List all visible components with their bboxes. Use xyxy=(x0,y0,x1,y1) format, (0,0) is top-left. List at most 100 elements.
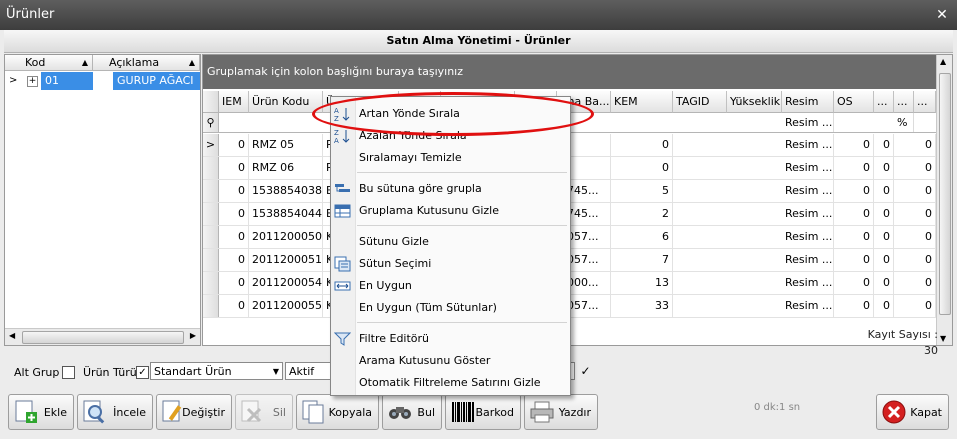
urun-turu-value: Standart Ürün xyxy=(154,365,232,378)
cell-col15: 0 xyxy=(914,203,936,225)
menu-item-label: Gruplama Kutusunu Gizle xyxy=(359,204,499,217)
grid-header-urun-kodu[interactable]: Ürün Kodu xyxy=(249,91,323,113)
grid-header-tagid[interactable]: TAGID xyxy=(673,91,727,113)
expand-icon[interactable]: + xyxy=(27,76,38,87)
group-panel[interactable]: Gruplamak için kolon başlığını buraya ta… xyxy=(203,55,936,89)
sort-ascending-icon: AZ xyxy=(334,107,350,122)
menu-item-sort-descending[interactable]: ZA Azalan Yönde Sırala xyxy=(331,125,570,147)
menu-item-hide-column[interactable]: Sütunu Gizle xyxy=(331,231,570,253)
cell-resim[interactable]: Resim ... xyxy=(782,134,834,156)
chevron-down-icon: ▼ xyxy=(272,367,279,376)
grid-header-iem[interactable]: IEM xyxy=(219,91,249,113)
cell-os: 0 xyxy=(834,226,874,248)
menu-item-sort-ascending[interactable]: AZ Artan Yönde Sırala xyxy=(331,103,570,125)
cell-resim[interactable]: Resim ... xyxy=(782,249,834,271)
cell-resim[interactable]: Resim ... xyxy=(782,272,834,294)
scroll-left-icon[interactable]: ◀ xyxy=(9,331,15,340)
urun-turu-checkbox[interactable]: ✓ xyxy=(136,366,149,379)
alt-grup-checkbox[interactable] xyxy=(62,366,75,379)
row-indicator xyxy=(203,180,219,202)
scroll-right-icon[interactable]: ▶ xyxy=(190,331,196,340)
cell-col13: 0 xyxy=(874,226,894,248)
degistir-button[interactable]: Değiştir xyxy=(156,394,232,430)
cell-iem: 0 xyxy=(219,180,249,202)
ekle-button[interactable]: Ekle xyxy=(8,394,74,430)
cell-iem: 0 xyxy=(219,249,249,271)
cell-col15: 0 xyxy=(914,134,936,156)
menu-item-filter-editor[interactable]: Filtre Editörü xyxy=(331,328,570,350)
grid-header-os[interactable]: OS xyxy=(834,91,874,113)
cell-kem: 13 xyxy=(611,272,673,294)
menu-item-best-fit[interactable]: En Uygun xyxy=(331,275,570,297)
magnifier-icon xyxy=(83,400,105,424)
sil-button[interactable]: Sil xyxy=(235,394,293,430)
grid-header-col13[interactable]: ... xyxy=(874,91,894,113)
menu-item-label: Artan Yönde Sırala xyxy=(359,107,460,120)
column-context-menu: AZ Artan Yönde Sırala ZA Azalan Yönde Sı… xyxy=(330,96,571,396)
printer-icon xyxy=(530,401,554,423)
tree-row[interactable]: > + 01 GURUP AĞACI xyxy=(5,72,200,90)
cell-iem: 0 xyxy=(219,157,249,179)
menu-item-label: Sütunu Gizle xyxy=(359,235,429,248)
cell-urun-kodu: 1538854038 xyxy=(249,180,323,202)
tree-header-kod[interactable]: Kod ▲ xyxy=(5,55,93,71)
grid-vertical-scrollbar[interactable]: ▲ ▼ xyxy=(936,55,952,345)
menu-item-best-fit-all[interactable]: En Uygun (Tüm Sütunlar) xyxy=(331,297,570,319)
bul-button[interactable]: Bul xyxy=(382,394,442,430)
menu-item-clear-sort[interactable]: Sıralamayı Temizle xyxy=(331,147,570,169)
urun-turu-select[interactable]: Standart Ürün ▼ xyxy=(150,362,283,380)
barkod-button[interactable]: Barkod xyxy=(445,394,521,430)
menu-item-group-by-column[interactable]: Bu sütuna göre grupla xyxy=(331,178,570,200)
tree-header-aciklama[interactable]: Açıklama ▲ xyxy=(93,55,200,71)
close-icon[interactable]: ✕ xyxy=(935,8,949,22)
grid-header-resim[interactable]: Resim xyxy=(782,91,834,113)
cell-urun-kodu: 1538854044 xyxy=(249,203,323,225)
yazdir-button[interactable]: Yazdır xyxy=(524,394,598,430)
cell-resim[interactable]: Resim ... xyxy=(782,226,834,248)
cell-kem: 33 xyxy=(611,295,673,317)
ekle-label: Ekle xyxy=(43,406,67,419)
binoculars-icon xyxy=(389,407,411,419)
scroll-up-icon[interactable]: ▲ xyxy=(940,57,946,66)
cell-os: 0 xyxy=(834,272,874,294)
bottom-toolbar: Ekle İncele Değiştir Sil Kopyala Bul Bar… xyxy=(4,390,953,436)
scroll-thumb[interactable] xyxy=(22,331,184,344)
grid-header-col14[interactable]: ... xyxy=(894,91,914,113)
tree-header-aciklama-label: Açıklama xyxy=(109,56,160,69)
menu-item-column-chooser[interactable]: Sütun Seçimi xyxy=(331,253,570,275)
incele-button[interactable]: İncele xyxy=(77,394,153,430)
window-title: Ürünler xyxy=(6,7,55,22)
filter-cell-percent[interactable]: % xyxy=(894,113,914,132)
menu-item-show-search-box[interactable]: Arama Kutusunu Göster xyxy=(331,350,570,372)
filter-cell-resim[interactable]: Resim ... xyxy=(782,113,834,132)
best-fit-icon xyxy=(334,281,351,291)
cell-urun-kodu: 2011200054 xyxy=(249,272,323,294)
row-indicator xyxy=(203,272,219,294)
grid-header-kem[interactable]: KEM xyxy=(611,91,673,113)
scroll-thumb[interactable] xyxy=(939,73,951,315)
grid-header-indicator xyxy=(203,91,219,113)
cell-urun-kodu: 2011200055 xyxy=(249,295,323,317)
kopyala-button[interactable]: Kopyala xyxy=(296,394,379,430)
row-indicator xyxy=(203,157,219,179)
cell-resim[interactable]: Resim ... xyxy=(782,203,834,225)
group-box-icon xyxy=(334,204,351,218)
cell-resim[interactable]: Resim ... xyxy=(782,157,834,179)
copy-icon xyxy=(302,400,324,424)
tree-horizontal-scrollbar[interactable]: ◀ ▶ xyxy=(5,328,200,345)
menu-item-hide-auto-filter-row[interactable]: Otomatik Filtreleme Satırını Gizle xyxy=(331,372,570,394)
menu-item-hide-group-box[interactable]: Gruplama Kutusunu Gizle xyxy=(331,200,570,222)
cell-resim[interactable]: Resim ... xyxy=(782,180,834,202)
cell-kem: 7 xyxy=(611,249,673,271)
cell-urun-kodu: 2011200050 xyxy=(249,226,323,248)
products-grid: Gruplamak için kolon başlığını buraya ta… xyxy=(202,54,953,357)
scroll-down-icon[interactable]: ▼ xyxy=(940,334,946,343)
cell-urun-kodu: 2011200051 xyxy=(249,249,323,271)
kapat-button[interactable]: Kapat xyxy=(876,394,949,430)
grid-header-yukseklik[interactable]: Yükseklik xyxy=(727,91,782,113)
add-document-icon xyxy=(15,400,37,423)
confirm-check-icon[interactable]: ✓ xyxy=(580,365,591,377)
grid-header-col15[interactable]: ... xyxy=(914,91,936,113)
cell-col13: 0 xyxy=(874,249,894,271)
cell-resim[interactable]: Resim ... xyxy=(782,295,834,317)
